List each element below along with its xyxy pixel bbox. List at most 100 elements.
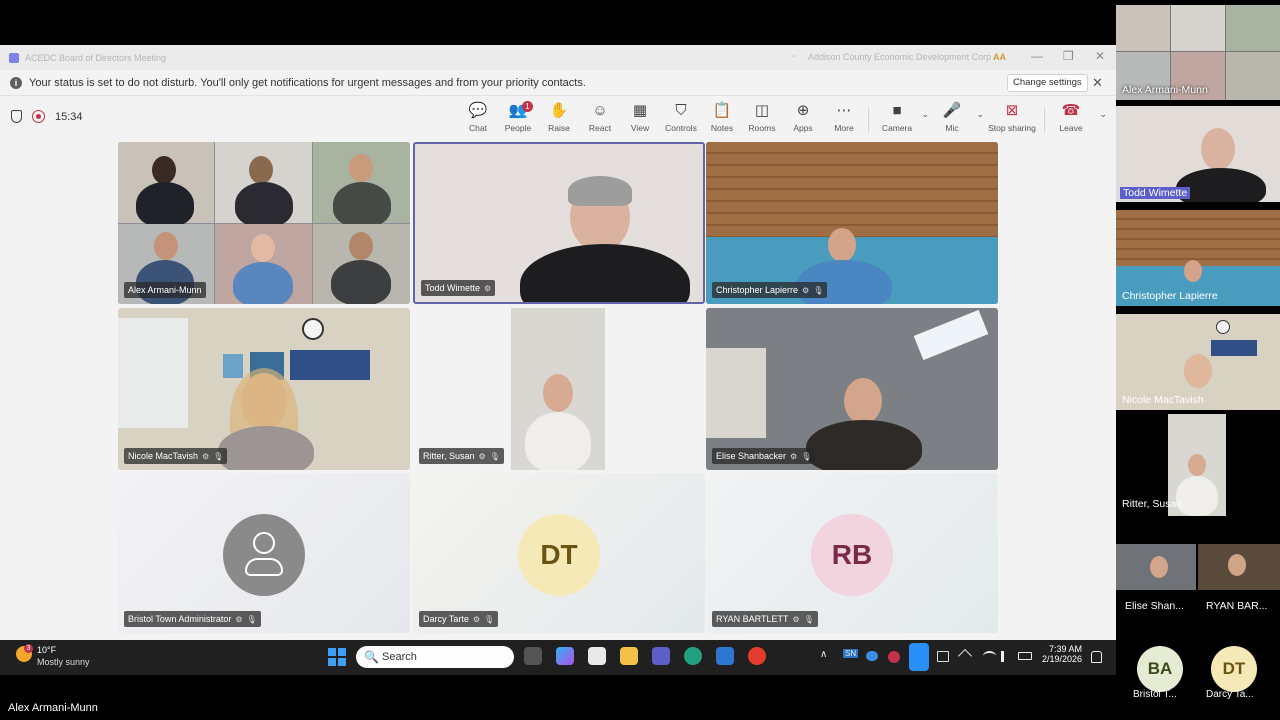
wall-clock [302, 318, 324, 340]
react-button[interactable]: ☺ React [578, 101, 622, 133]
video-tile-christopher-lapierre[interactable]: Christopher Lapierre ⚙ 🎙 [706, 142, 998, 304]
apps-label: Apps [793, 123, 813, 133]
meeting-timer: 15:34 [55, 111, 83, 123]
taskbar-search-box[interactable]: 🔍 Search [356, 646, 514, 668]
outlook-icon[interactable] [716, 647, 734, 665]
video-tile-nicole-mactavish[interactable]: Nicole MacTavish ⚙ 🎙 [118, 308, 410, 470]
notifications-bell-icon[interactable] [1091, 651, 1102, 663]
notes-button[interactable]: 📋 Notes [700, 101, 744, 133]
strip-tile-ryan-bartlett[interactable] [1198, 544, 1280, 590]
participant-name: Darcy Tarte [423, 614, 469, 624]
mic-options-chevron-icon[interactable]: ⌄ [976, 109, 984, 120]
more-label: More [834, 123, 854, 133]
participant-name-label: Bristol Town Administrator ⚙ 🎙 [124, 611, 261, 627]
change-settings-button[interactable]: Change settings [1007, 74, 1088, 92]
file-explorer-icon[interactable] [620, 647, 638, 665]
raise-hand-button[interactable]: ✋ Raise [537, 101, 581, 133]
active-speaker-name: Alex Armani-Munn [8, 702, 98, 714]
video-feed-hair [568, 176, 632, 206]
rooms-button[interactable]: ◫ Rooms [740, 101, 784, 133]
teams-taskbar-icon[interactable] [652, 647, 670, 665]
chat-icon: 💬 [468, 102, 488, 119]
account-avatar[interactable]: AA [993, 52, 1006, 62]
stop-sharing-label: Stop sharing [988, 123, 1036, 133]
leave-button[interactable]: ☎ Leave ⌄ [1049, 101, 1107, 133]
close-window-button[interactable]: ✕ [1095, 49, 1105, 63]
strip-participant-name: Elise Shan... [1125, 600, 1184, 612]
onedrive-icon[interactable] [866, 651, 878, 661]
system-clock[interactable]: 7:39 AM 2/19/2026 [1042, 644, 1082, 664]
controls-label: Controls [665, 123, 697, 133]
view-button[interactable]: ▦ View [618, 101, 662, 133]
security-shield-icon [11, 110, 22, 123]
tray-app-icon[interactable] [888, 651, 900, 663]
video-tile-ritter-susan[interactable]: Ritter, Susan ⚙ 🎙 [413, 308, 705, 470]
edge-icon[interactable] [684, 647, 702, 665]
strip-tile-todd-wimette[interactable]: Todd Wimette [1116, 106, 1280, 202]
people-button[interactable]: 👥 1 People [496, 101, 540, 133]
video-tile-bristol-town-administrator[interactable]: Bristol Town Administrator ⚙ 🎙 [118, 473, 410, 633]
wifi-icon[interactable] [983, 651, 996, 661]
screen: ACEDC Board of Directors Meeting ⋯ Addis… [0, 0, 1280, 720]
video-tile-darcy-tarte[interactable]: DT Darcy Tarte ⚙ 🎙 [413, 473, 705, 633]
weather-condition[interactable]: Mostly sunny [37, 657, 90, 667]
app-icon[interactable] [748, 647, 766, 665]
strip-initials-avatar[interactable]: DT [1211, 646, 1257, 692]
video-feed [313, 142, 410, 227]
participant-name-label: Christopher Lapierre ⚙ 🎙 [712, 282, 828, 298]
video-tile-todd-wimette[interactable]: Todd Wimette ⚙ [413, 142, 705, 304]
raise-label: Raise [548, 123, 570, 133]
weather-badge: 3 [24, 644, 33, 653]
task-view-icon[interactable] [524, 647, 542, 665]
participant-name: Ritter, Susan [423, 451, 475, 461]
strip-tile-ritter-susan[interactable]: Ritter, Susan [1116, 414, 1280, 518]
participant-name: RYAN BARTLETT [716, 614, 789, 624]
location-icon[interactable] [957, 648, 973, 664]
strip-tile-nicole-mactavish[interactable]: Nicole MacTavish [1116, 314, 1280, 410]
strip-initials-avatar[interactable]: BA [1137, 646, 1183, 692]
participant-name: Elise Shanbacker [716, 451, 787, 461]
video-tile-alex-armani-munn[interactable]: Alex Armani-Munn [118, 142, 410, 304]
hand-icon: ✋ [549, 102, 569, 119]
more-button[interactable]: ⋯ More [822, 101, 866, 133]
grid-view-icon: ▦ [632, 102, 648, 119]
strip-tile-elise-shanbacker[interactable] [1116, 544, 1196, 590]
strip-tile-alex-armani-munn[interactable]: Alex Armani-Munn [1116, 5, 1280, 100]
tray-overflow-chevron-icon[interactable]: ∧ [820, 649, 827, 660]
mic-active-tray-icon[interactable] [909, 643, 929, 671]
strip-participant-name: Todd Wimette [1120, 187, 1191, 199]
clock-date: 2/19/2026 [1042, 654, 1083, 664]
apps-button[interactable]: ⊕ Apps [781, 101, 825, 133]
restore-button[interactable]: ❐ [1063, 49, 1074, 63]
weather-temperature[interactable]: 10°F [37, 645, 56, 655]
video-tile-ryan-bartlett[interactable]: RB RYAN BARTLETT ⚙ 🎙 [706, 473, 998, 633]
camera-button[interactable]: ■ Camera ⌄ [875, 101, 929, 133]
volume-icon[interactable] [1001, 651, 1012, 662]
store-icon[interactable] [588, 647, 606, 665]
leave-options-chevron-icon[interactable]: ⌄ [1099, 109, 1107, 120]
windows-taskbar: 3 10°F Mostly sunny 🔍 Search ∧ SN 7:39 A… [0, 640, 1116, 675]
strip-tile-christopher-lapierre[interactable]: Christopher Lapierre [1116, 210, 1280, 306]
video-feed-poster [290, 350, 370, 380]
video-feed-window [706, 348, 766, 438]
start-button[interactable] [328, 648, 346, 666]
participant-name-label: Elise Shanbacker ⚙ 🎙 [712, 448, 816, 464]
chat-button[interactable]: 💬 Chat [456, 101, 500, 133]
battery-icon[interactable] [1018, 652, 1032, 660]
controls-button[interactable]: ⛉ Controls [659, 101, 703, 133]
title-more-icon[interactable]: ⋯ [788, 51, 797, 62]
tray-sn-icon[interactable]: SN [843, 649, 859, 658]
more-icon: ⋯ [836, 102, 852, 119]
copilot-icon[interactable] [556, 647, 574, 665]
mic-button[interactable]: 🎤 Mic ⌄ [930, 101, 984, 133]
participant-name: Nicole MacTavish [128, 451, 199, 461]
video-feed-body [218, 426, 314, 470]
camera-options-chevron-icon[interactable]: ⌄ [921, 109, 929, 120]
toolbar-divider [1044, 107, 1045, 133]
cast-icon[interactable] [937, 651, 949, 662]
stop-sharing-button[interactable]: ⊠ Stop sharing [985, 101, 1039, 133]
minimize-button[interactable]: — [1031, 49, 1043, 63]
video-tile-elise-shanbacker[interactable]: Elise Shanbacker ⚙ 🎙 [706, 308, 998, 470]
strip-participant-name: Alex Armani-Munn [1122, 84, 1208, 96]
close-banner-button[interactable]: ✕ [1092, 75, 1103, 91]
